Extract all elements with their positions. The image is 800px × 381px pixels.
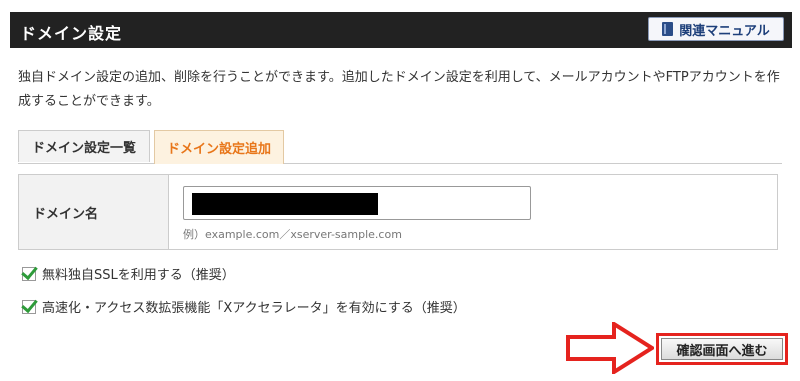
tab-bar: ドメイン設定一覧 ドメイン設定追加 (18, 130, 782, 164)
tab-domain-add[interactable]: ドメイン設定追加 (154, 130, 284, 164)
related-manual-button[interactable]: 関連マニュアル (648, 17, 784, 41)
red-arrow-icon (566, 322, 654, 374)
domain-name-cell: 例）example.com／xserver-sample.com (169, 175, 777, 249)
xaccelerator-checkbox[interactable] (21, 295, 38, 314)
ssl-option-label: 無料独自SSLを利用する（推奨） (42, 268, 235, 283)
xaccelerator-option-label: 高速化・アクセス数拡張機能「Xアクセラレータ」を有効にする（推奨） (42, 301, 466, 316)
page-title: ドメイン設定 (20, 24, 123, 43)
xaccelerator-option[interactable]: 高速化・アクセス数拡張機能「Xアクセラレータ」を有効にする（推奨） (21, 295, 466, 316)
confirm-button-label: 確認画面へ進む (661, 338, 783, 360)
ssl-option[interactable]: 無料独自SSLを利用する（推奨） (21, 262, 235, 283)
confirm-button[interactable]: 確認画面へ進む (656, 333, 788, 365)
page-header: ドメイン設定 関連マニュアル (10, 12, 792, 48)
book-icon (662, 22, 674, 36)
checkmark-icon (21, 295, 38, 313)
related-manual-label: 関連マニュアル (679, 23, 770, 39)
tab-domain-list[interactable]: ドメイン設定一覧 (18, 130, 150, 162)
domain-form-table: ドメイン名 例）example.com／xserver-sample.com (18, 174, 778, 250)
domain-name-label: ドメイン名 (19, 175, 169, 249)
domain-name-input[interactable] (183, 186, 531, 220)
domain-name-hint: 例）example.com／xserver-sample.com (183, 228, 402, 241)
page-description: 独自ドメイン設定の追加、削除を行うことができます。追加したドメイン設定を利用して… (18, 70, 780, 109)
checkmark-icon (21, 262, 38, 280)
redacted-domain-value (192, 193, 378, 215)
ssl-checkbox[interactable] (21, 262, 38, 281)
